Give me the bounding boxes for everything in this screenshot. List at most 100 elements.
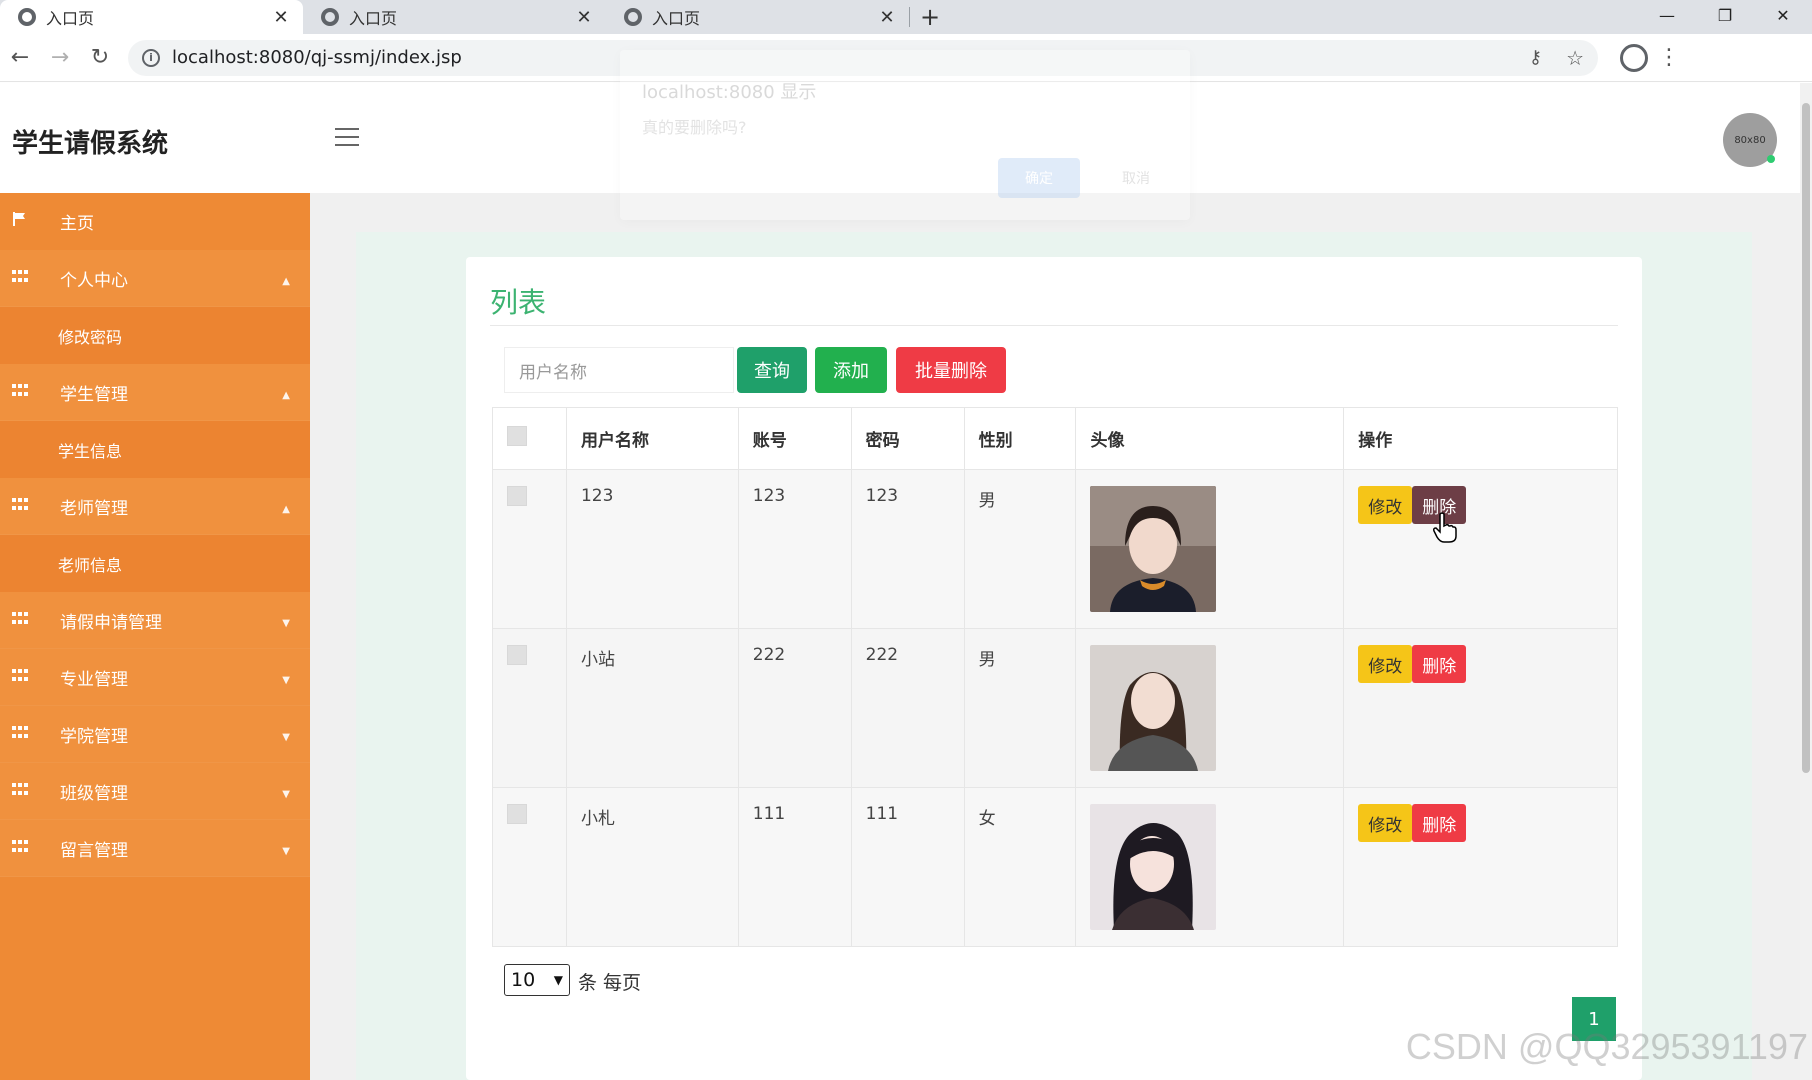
new-tab-icon[interactable]: + xyxy=(910,0,950,34)
account-cell: 111 xyxy=(737,787,852,947)
sidebar-group-majors[interactable]: 专业管理 ▼ xyxy=(0,649,310,706)
delete-button[interactable]: 删除 xyxy=(1412,645,1467,683)
table-header-row: 用户名称 账号 密码 性别 头像 操作 xyxy=(492,407,1618,470)
back-icon[interactable]: ← xyxy=(0,38,40,78)
chevron-up-icon: ▲ xyxy=(282,390,290,401)
page-size-value: 10 xyxy=(511,969,536,991)
username-cell: 123 xyxy=(565,469,739,629)
sidebar-group-label: 学院管理 xyxy=(60,726,128,747)
browser-tab-3[interactable]: 入口页 ✕ xyxy=(606,0,909,34)
sidebar-group-students[interactable]: 学生管理 ▲ xyxy=(0,364,310,421)
alert-title: localhost:8080 显示 xyxy=(642,82,817,103)
page-scrollbar[interactable] xyxy=(1800,83,1812,1080)
page-size-label: 条 每页 xyxy=(578,972,642,994)
star-icon[interactable]: ☆ xyxy=(1566,46,1584,70)
edit-button[interactable]: 修改 xyxy=(1358,804,1413,842)
sidebar-item-teacher-info[interactable]: 老师信息 xyxy=(0,535,310,592)
restore-icon[interactable]: ❐ xyxy=(1696,0,1754,30)
column-header: 头像 xyxy=(1075,407,1345,470)
browser-tab-2[interactable]: 入口页 ✕ xyxy=(303,0,606,34)
alert-dialog: localhost:8080 显示 真的要删除吗? 确定 取消 xyxy=(620,50,1190,220)
gender-cell: 男 xyxy=(963,628,1077,788)
browser-tab-1[interactable]: 入口页 ✕ xyxy=(0,0,303,34)
sidebar-group-teachers[interactable]: 老师管理 ▲ xyxy=(0,478,310,535)
sidebar-group-messages[interactable]: 留言管理 ▼ xyxy=(0,820,310,877)
select-all-cell xyxy=(492,407,567,470)
table-row: 小札 111 111 女 修改 删除 xyxy=(492,787,1618,947)
page-title: 列表 xyxy=(490,286,547,319)
edit-button[interactable]: 修改 xyxy=(1358,645,1413,683)
sidebar-group-label: 学生管理 xyxy=(60,384,128,405)
sidebar-item-label: 学生信息 xyxy=(58,441,123,461)
close-icon[interactable]: ✕ xyxy=(271,7,291,28)
search-placeholder: 用户名称 xyxy=(519,362,587,383)
app-title: 学生请假系统 xyxy=(12,129,169,159)
close-icon[interactable]: ✕ xyxy=(877,7,897,28)
avatar[interactable]: 80x80 xyxy=(1723,113,1777,167)
watermark: CSDN @QQ3295391197 xyxy=(1405,1026,1808,1067)
minimize-icon[interactable]: — xyxy=(1638,0,1696,30)
info-icon[interactable]: i xyxy=(142,48,160,67)
scrollbar-thumb[interactable] xyxy=(1802,103,1810,773)
account-cell: 222 xyxy=(737,628,852,788)
query-button[interactable]: 查询 xyxy=(737,347,807,393)
avatar-photo xyxy=(1090,804,1217,930)
password-cell: 111 xyxy=(850,787,965,947)
hand-cursor-icon xyxy=(1433,512,1457,543)
chevron-down-icon: ▼ xyxy=(282,675,290,686)
edit-button[interactable]: 修改 xyxy=(1358,486,1413,524)
sidebar-group-personal[interactable]: 个人中心 ▲ xyxy=(0,250,310,307)
grid-icon xyxy=(12,612,28,626)
tab-title: 入口页 xyxy=(652,9,701,28)
row-checkbox[interactable] xyxy=(507,804,527,824)
close-icon[interactable]: ✕ xyxy=(574,7,594,28)
chevron-down-icon: ▼ xyxy=(282,846,290,857)
batch-delete-button[interactable]: 批量删除 xyxy=(896,347,1006,393)
add-button[interactable]: 添加 xyxy=(815,347,887,393)
flag-icon xyxy=(13,212,25,226)
list-card: 列表 用户名称 查询 添加 批量删除 用户名称 账号 密码 性别 头像 操作 1… xyxy=(466,257,1642,1080)
grid-icon xyxy=(12,726,28,740)
chevron-up-icon: ▲ xyxy=(282,276,290,287)
chevron-up-icon: ▲ xyxy=(282,504,290,515)
alert-cancel-button[interactable]: 取消 xyxy=(1095,158,1177,198)
tab-title: 入口页 xyxy=(349,9,398,28)
row-checkbox[interactable] xyxy=(507,645,527,665)
password-cell: 222 xyxy=(850,628,965,788)
globe-icon xyxy=(624,8,642,26)
grid-icon xyxy=(12,783,28,797)
avatar-photo xyxy=(1090,486,1217,612)
grid-icon xyxy=(12,840,28,854)
key-icon[interactable]: ⚷ xyxy=(1529,47,1542,68)
account-cell: 123 xyxy=(737,469,852,629)
chevron-down-icon: ▼ xyxy=(282,732,290,743)
profile-icon[interactable] xyxy=(1614,38,1654,78)
forward-icon[interactable]: → xyxy=(40,38,80,78)
sidebar-group-label: 请假申请管理 xyxy=(60,612,162,633)
search-input[interactable]: 用户名称 xyxy=(504,347,734,393)
window-controls: — ❐ ✕ xyxy=(1638,0,1812,30)
page-size-select[interactable]: 10 ▼ xyxy=(504,964,570,996)
username-cell: 小札 xyxy=(565,787,739,947)
sidebar-group-label: 专业管理 xyxy=(60,669,128,690)
more-menu-icon[interactable]: ⋮ xyxy=(1654,45,1684,70)
row-checkbox[interactable] xyxy=(507,486,527,506)
menu-toggle-icon[interactable] xyxy=(335,128,359,152)
sidebar-group-colleges[interactable]: 学院管理 ▼ xyxy=(0,706,310,763)
delete-button[interactable]: 删除 xyxy=(1412,804,1467,842)
alert-ok-button[interactable]: 确定 xyxy=(998,158,1080,198)
browser-tab-strip: 入口页 ✕ 入口页 ✕ 入口页 ✕ + — ❐ ✕ xyxy=(0,0,1812,34)
sidebar-group-leave-requests[interactable]: 请假申请管理 ▼ xyxy=(0,592,310,649)
sidebar-item-student-info[interactable]: 学生信息 xyxy=(0,421,310,478)
sidebar-group-classes[interactable]: 班级管理 ▼ xyxy=(0,763,310,820)
sidebar-item-home[interactable]: 主页 xyxy=(0,193,310,250)
select-all-checkbox[interactable] xyxy=(507,426,527,446)
alert-message: 真的要删除吗? xyxy=(642,118,747,137)
sidebar-item-label: 修改密码 xyxy=(58,327,123,347)
window-close-icon[interactable]: ✕ xyxy=(1754,0,1812,30)
reload-icon[interactable]: ↻ xyxy=(80,38,120,78)
sidebar-item-label: 主页 xyxy=(60,214,94,234)
gender-cell: 女 xyxy=(963,787,1077,947)
gender-cell: 男 xyxy=(963,469,1077,629)
sidebar-item-change-password[interactable]: 修改密码 xyxy=(0,307,310,364)
